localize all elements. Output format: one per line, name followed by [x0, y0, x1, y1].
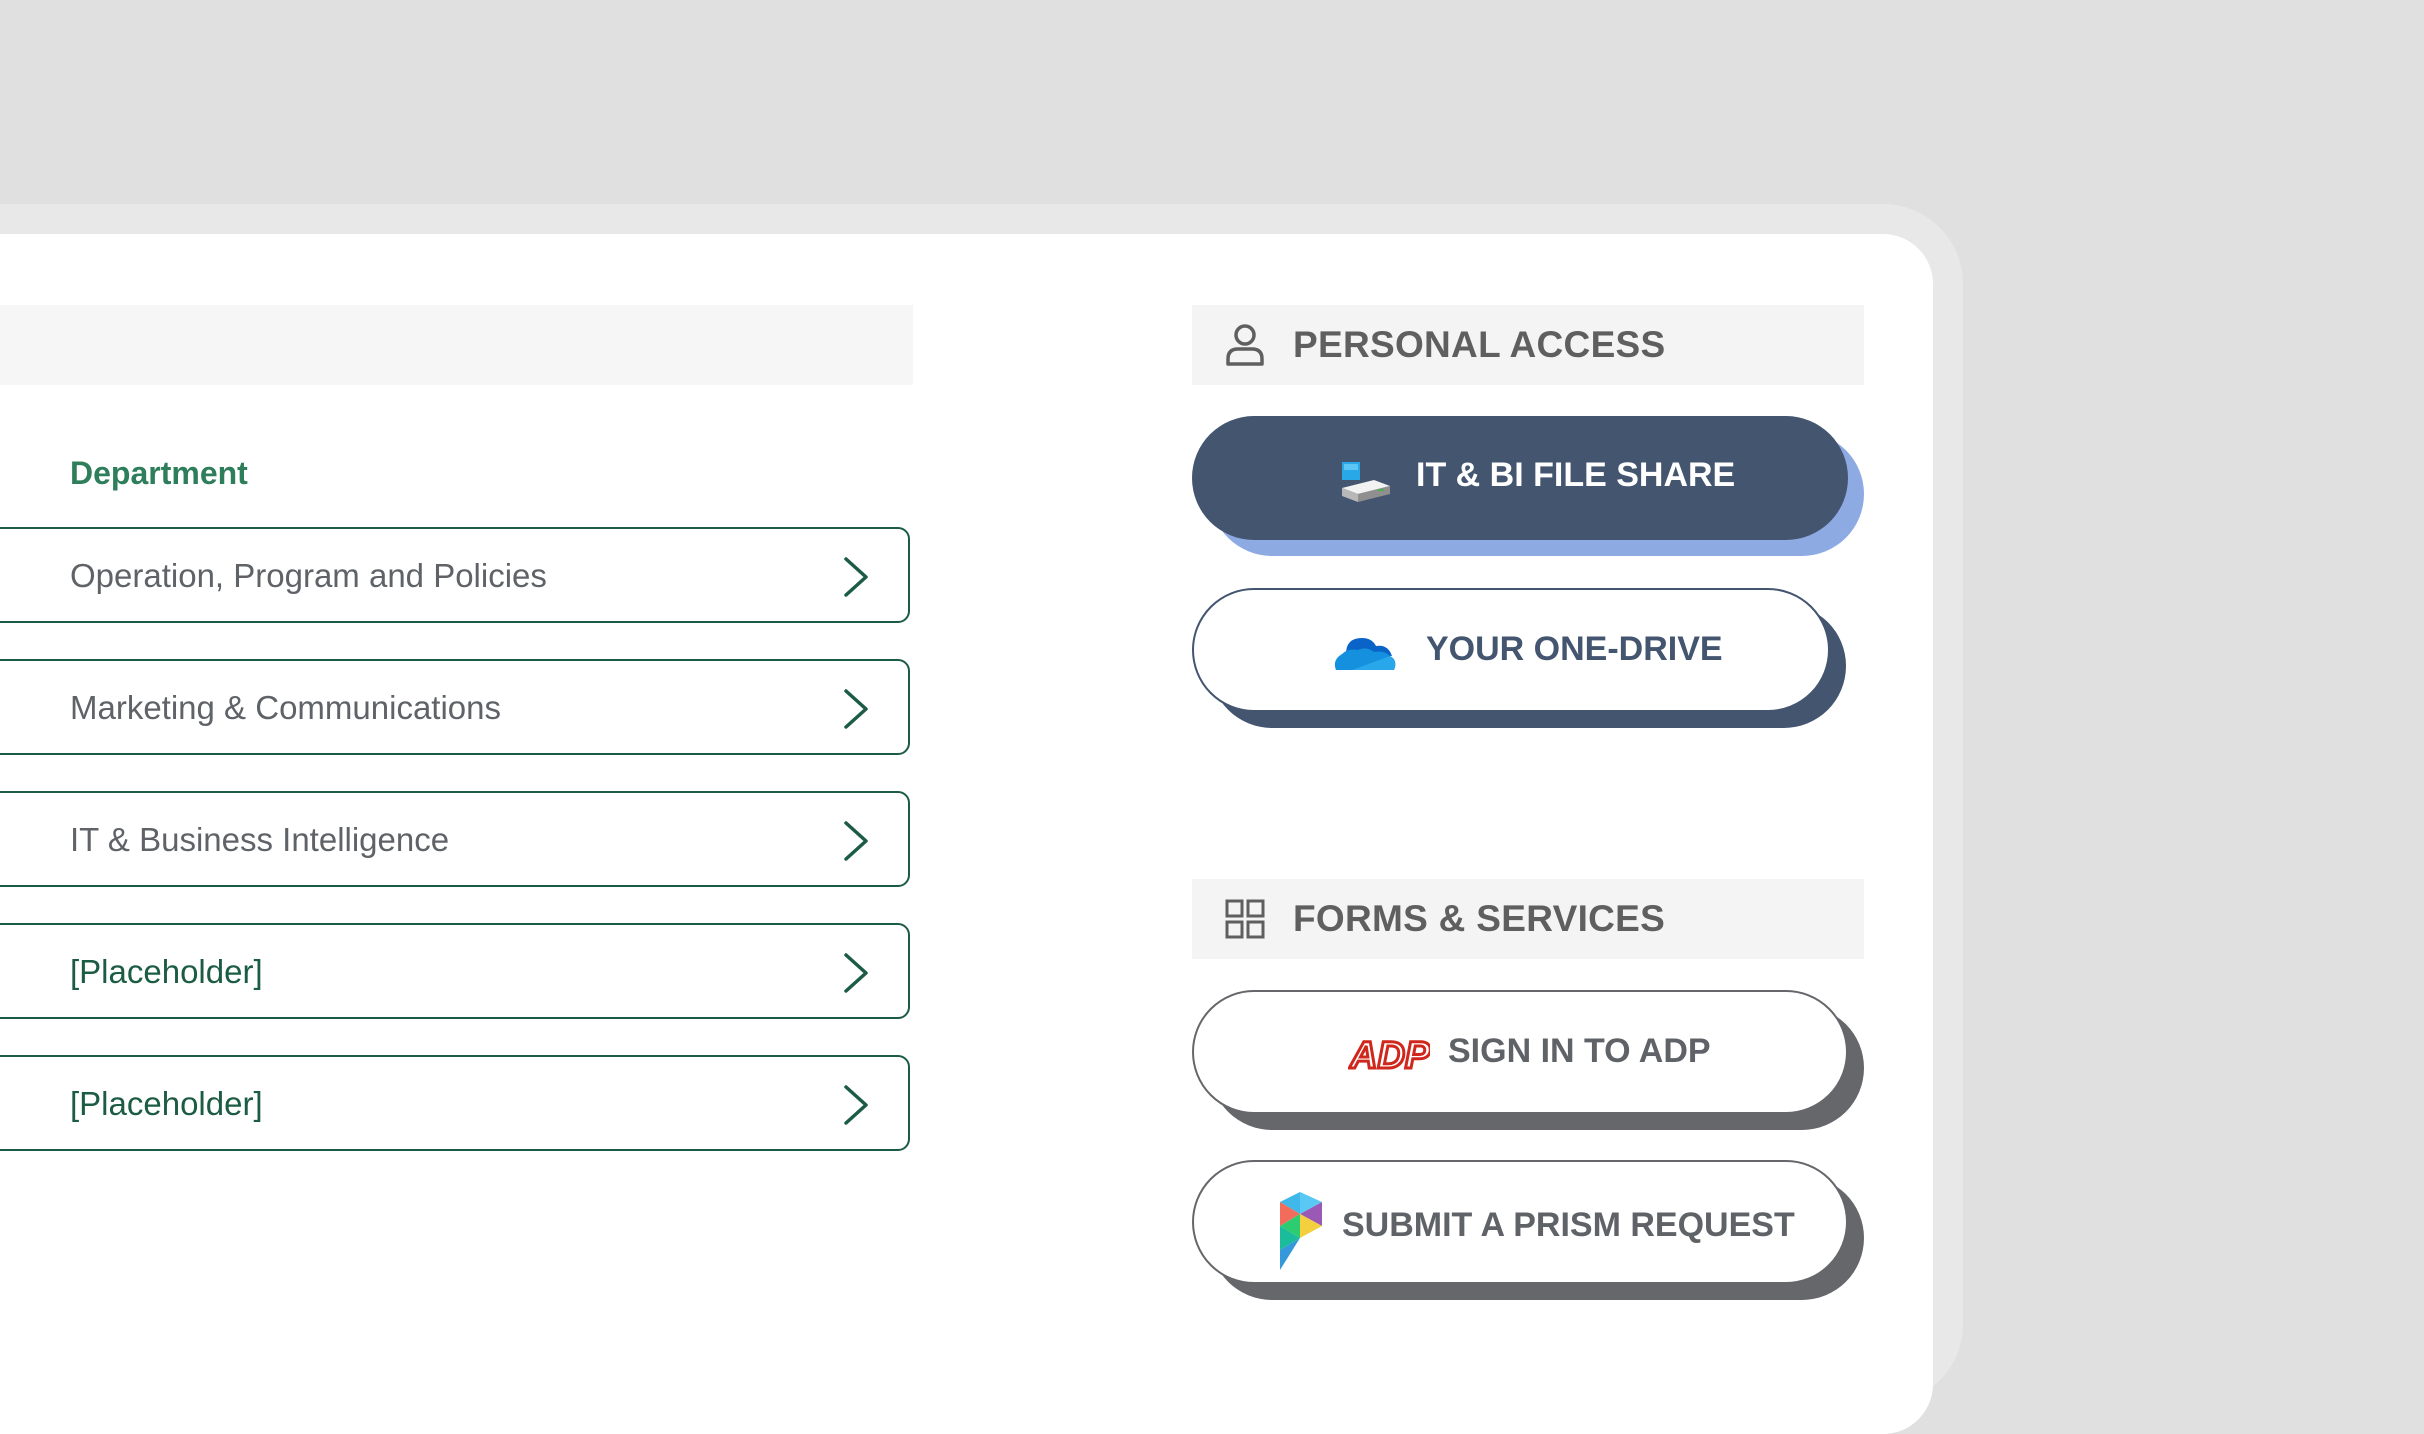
- chevron-right-icon: [844, 821, 868, 861]
- left-header-bar: [0, 305, 913, 385]
- button-label: SIGN IN TO ADP: [1448, 1032, 1711, 1070]
- prism-logo: [1280, 1192, 1322, 1270]
- department-item-label: [Placeholder]: [70, 1085, 263, 1122]
- adp-logo-text: ADP: [1349, 1035, 1430, 1074]
- button-label: IT & BI FILE SHARE: [1416, 456, 1736, 494]
- department-item-label: [Placeholder]: [70, 953, 263, 990]
- forms-services-header: FORMS & SERVICES: [1192, 879, 1864, 959]
- department-item-operation[interactable]: Operation, Program and Policies: [0, 527, 910, 623]
- sign-in-to-adp-button[interactable]: ADP SIGN IN TO ADP: [1192, 990, 1848, 1114]
- user-icon: [1226, 324, 1264, 366]
- grid-icon: [1225, 899, 1265, 939]
- department-item-placeholder-2[interactable]: [Placeholder]: [0, 1055, 910, 1151]
- onedrive-cloud-icon: [1334, 638, 1396, 670]
- file-share-drive-icon: [1342, 462, 1390, 502]
- adp-logo: ADP: [1348, 1034, 1430, 1074]
- file-share-button-wrap: IT & BI FILE SHARE: [1192, 416, 1864, 556]
- personal-access-title: PERSONAL ACCESS: [1293, 324, 1666, 365]
- department-item-label: Operation, Program and Policies: [70, 557, 547, 594]
- onedrive-button-wrap: YOUR ONE-DRIVE: [1192, 588, 1864, 728]
- department-item-label: IT & Business Intelligence: [70, 821, 450, 858]
- department-item-placeholder-1[interactable]: [Placeholder]: [0, 923, 910, 1019]
- personal-access-header: PERSONAL ACCESS: [1192, 305, 1864, 385]
- chevron-right-icon: [844, 953, 868, 993]
- adp-button-wrap: ADP SIGN IN TO ADP: [1192, 990, 1864, 1130]
- chevron-right-icon: [844, 689, 868, 729]
- department-item-it-bi[interactable]: IT & Business Intelligence: [0, 791, 910, 887]
- department-item-marketing[interactable]: Marketing & Communications: [0, 659, 910, 755]
- chevron-right-icon: [844, 1085, 868, 1125]
- button-label: SUBMIT A PRISM REQUEST: [1342, 1206, 1795, 1244]
- department-heading: Department: [70, 455, 248, 491]
- prism-button-wrap: SUBMIT A PRISM REQUEST: [1192, 1160, 1864, 1300]
- it-bi-file-share-button[interactable]: IT & BI FILE SHARE: [1192, 416, 1848, 540]
- submit-prism-request-button[interactable]: SUBMIT A PRISM REQUEST: [1192, 1160, 1848, 1284]
- your-onedrive-button[interactable]: YOUR ONE-DRIVE: [1192, 588, 1830, 712]
- forms-services-title: FORMS & SERVICES: [1293, 898, 1666, 939]
- button-label: YOUR ONE-DRIVE: [1426, 630, 1723, 668]
- chevron-right-icon: [844, 557, 868, 597]
- department-item-label: Marketing & Communications: [70, 689, 501, 726]
